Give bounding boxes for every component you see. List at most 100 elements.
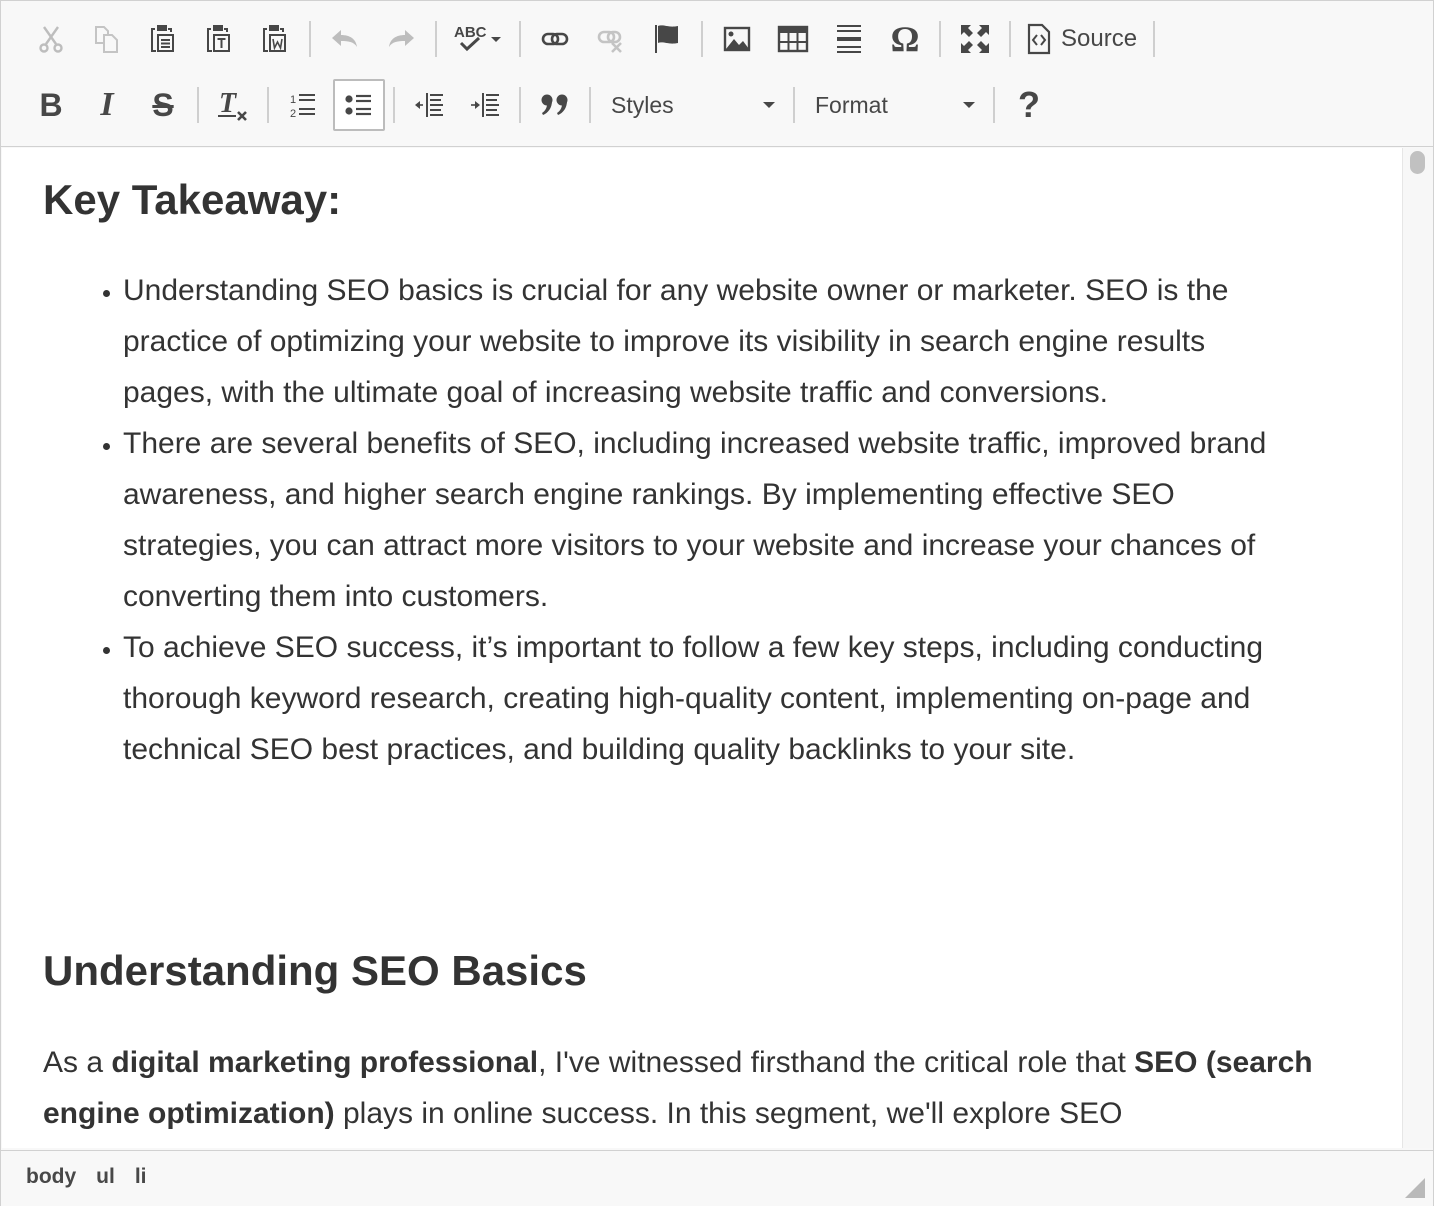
image-button[interactable] (711, 13, 763, 65)
toolbar-row-2: B I S T 12 Styles Format ? (23, 79, 1057, 131)
toolbar-separator (939, 21, 941, 57)
path-item-body[interactable]: body (26, 1165, 76, 1189)
blockquote-icon (541, 94, 568, 115)
toolbar-separator (993, 87, 995, 123)
bold-icon: B (39, 86, 63, 123)
remove-format-button[interactable]: T (207, 79, 259, 131)
image-icon (723, 26, 751, 52)
element-path: body ul li (26, 1165, 167, 1189)
unlink-icon (597, 30, 622, 53)
anchor-flag-icon (655, 25, 678, 53)
editor-content-area[interactable]: Key Takeaway: Understanding SEO basics i… (2, 148, 1402, 1148)
svg-text:ABC: ABC (454, 24, 487, 41)
chevron-down-icon (763, 102, 775, 108)
source-label: Source (1061, 25, 1138, 52)
element-path-bar: body ul li (1, 1150, 1433, 1206)
table-button[interactable] (767, 13, 819, 65)
anchor-button[interactable] (641, 13, 693, 65)
strikethrough-icon: S (152, 86, 174, 123)
paste-button[interactable] (137, 13, 189, 65)
resize-handle[interactable] (1405, 1178, 1425, 1198)
link-button[interactable] (529, 13, 581, 65)
paste-text-button[interactable] (193, 13, 245, 65)
redo-icon (389, 30, 414, 47)
toolbar-separator (1153, 21, 1156, 57)
bold-button[interactable]: B (25, 79, 77, 131)
svg-text:T: T (219, 88, 238, 119)
rich-text-editor: ABC Ω Source B I S T 1 2 Styles Format ?… (0, 0, 1434, 1206)
outdent-icon (415, 93, 443, 117)
heading-understanding-seo-basics: Understanding SEO Basics (43, 947, 587, 994)
toolbar-row-1: ABC Ω Source (23, 13, 1161, 65)
redo-button[interactable] (375, 13, 427, 65)
toolbar-separator (519, 21, 521, 57)
toolbar-separator (393, 87, 395, 123)
paste-from-word-icon (263, 25, 286, 52)
copy-button[interactable] (81, 13, 133, 65)
special-character-button[interactable]: Ω (879, 13, 931, 65)
paragraph-text: , I've witnessed firsthand the critical … (538, 1046, 1135, 1079)
indent-button[interactable] (459, 79, 511, 131)
path-item-li[interactable]: li (135, 1165, 147, 1189)
paragraph-text: plays in online success. In this segment… (334, 1097, 1123, 1130)
horizontal-line-icon (837, 25, 861, 53)
list-item[interactable]: To achieve SEO success, it’s important t… (123, 622, 1283, 775)
cut-button[interactable] (25, 13, 77, 65)
bulleted-list-button[interactable] (333, 79, 385, 131)
source-button[interactable]: Source (1017, 13, 1147, 65)
blockquote-button[interactable] (529, 79, 581, 131)
scrollbar-thumb[interactable] (1410, 151, 1425, 174)
omega-icon: Ω (890, 19, 920, 59)
spellcheck-icon: ABC (454, 24, 501, 52)
undo-button[interactable] (319, 13, 371, 65)
numbered-list-icon: 12 (290, 94, 315, 120)
toolbar-separator (435, 21, 437, 57)
toolbar-separator (589, 87, 591, 123)
toolbar-separator (1009, 21, 1011, 57)
format-label: Format (815, 91, 888, 118)
indent-icon (471, 93, 499, 117)
italic-button[interactable]: I (81, 79, 133, 131)
outdent-button[interactable] (403, 79, 455, 131)
toolbar-separator (701, 21, 703, 57)
list-item[interactable]: Understanding SEO basics is crucial for … (123, 265, 1283, 418)
horizontal-line-button[interactable] (823, 13, 875, 65)
svg-text:2: 2 (290, 108, 296, 120)
undo-icon (332, 30, 357, 47)
svg-text:1: 1 (290, 94, 296, 106)
source-icon (1027, 23, 1051, 55)
unlink-button[interactable] (585, 13, 637, 65)
list-item[interactable]: There are several benefits of SEO, inclu… (123, 418, 1283, 622)
heading-key-takeaway: Key Takeaway: (43, 176, 342, 223)
help-icon: ? (1018, 84, 1040, 125)
toolbar-separator (309, 21, 311, 57)
chevron-down-icon (963, 102, 975, 108)
numbered-list-button[interactable]: 12 (277, 79, 329, 131)
toolbar-separator (519, 87, 521, 123)
intro-paragraph[interactable]: As a digital marketing professional, I'v… (43, 1037, 1333, 1139)
editor-toolbar: ABC Ω Source B I S T 1 2 Styles Format ? (1, 1, 1433, 147)
paste-text-icon (207, 25, 230, 52)
toolbar-separator (793, 87, 795, 123)
strikethrough-button[interactable]: S (137, 79, 189, 131)
paste-from-word-button[interactable] (249, 13, 301, 65)
path-item-ul[interactable]: ul (96, 1165, 115, 1189)
vertical-scrollbar[interactable] (1402, 148, 1433, 1148)
takeaway-list: Understanding SEO basics is crucial for … (43, 265, 1283, 775)
help-button[interactable]: ? (1003, 79, 1055, 131)
spellcheck-button[interactable]: ABC (445, 13, 511, 65)
paste-icon (151, 25, 174, 52)
bulleted-list-icon (345, 94, 371, 116)
maximize-icon (961, 25, 989, 53)
format-dropdown[interactable]: Format (801, 79, 987, 131)
remove-format-icon: T (218, 88, 247, 121)
italic-icon: I (100, 86, 114, 123)
styles-dropdown[interactable]: Styles (597, 79, 787, 131)
toolbar-separator (267, 87, 269, 123)
link-icon (541, 32, 569, 46)
toolbar-separator (197, 87, 199, 123)
paragraph-bold-text: digital marketing professional (111, 1046, 539, 1079)
table-icon (777, 25, 809, 53)
maximize-button[interactable] (949, 13, 1001, 65)
paragraph-text: As a (43, 1046, 112, 1079)
